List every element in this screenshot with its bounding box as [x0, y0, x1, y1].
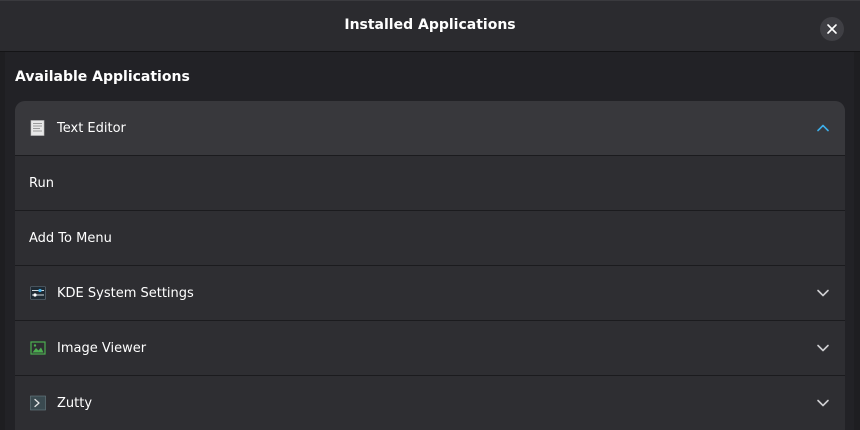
app-row-kde-system-settings[interactable]: KDE System Settings [15, 266, 845, 321]
app-row-zutty[interactable]: Zutty [15, 376, 845, 430]
chevron-down-icon[interactable] [815, 395, 831, 411]
action-add-to-menu-label: Add To Menu [29, 230, 112, 246]
section-heading: Available Applications [15, 69, 190, 85]
action-run-label: Run [29, 175, 54, 191]
chevron-down-icon[interactable] [815, 285, 831, 301]
app-row-image-viewer[interactable]: Image Viewer [15, 321, 845, 376]
action-run[interactable]: Run [15, 156, 845, 211]
dialog-content: Available Applications Text Editor Run A… [5, 52, 854, 430]
app-label-image-viewer: Image Viewer [57, 340, 147, 356]
image-viewer-icon [30, 341, 46, 355]
application-list: Text Editor Run Add To Menu KDE System S… [15, 101, 845, 430]
app-label-text-editor: Text Editor [57, 120, 126, 136]
titlebar: Installed Applications [0, 0, 860, 52]
settings-icon [30, 286, 46, 300]
text-editor-icon [30, 120, 45, 136]
close-icon [827, 24, 837, 34]
action-add-to-menu[interactable]: Add To Menu [15, 211, 845, 266]
chevron-up-icon[interactable] [815, 120, 831, 136]
terminal-icon [30, 395, 46, 411]
close-button[interactable] [820, 17, 844, 41]
app-label-zutty: Zutty [57, 395, 93, 411]
chevron-down-icon[interactable] [815, 340, 831, 356]
app-row-text-editor[interactable]: Text Editor [15, 101, 845, 156]
app-label-kde-system-settings: KDE System Settings [57, 285, 194, 301]
installed-applications-dialog: Installed Applications Available Applica… [0, 0, 860, 430]
dialog-title: Installed Applications [344, 17, 516, 33]
